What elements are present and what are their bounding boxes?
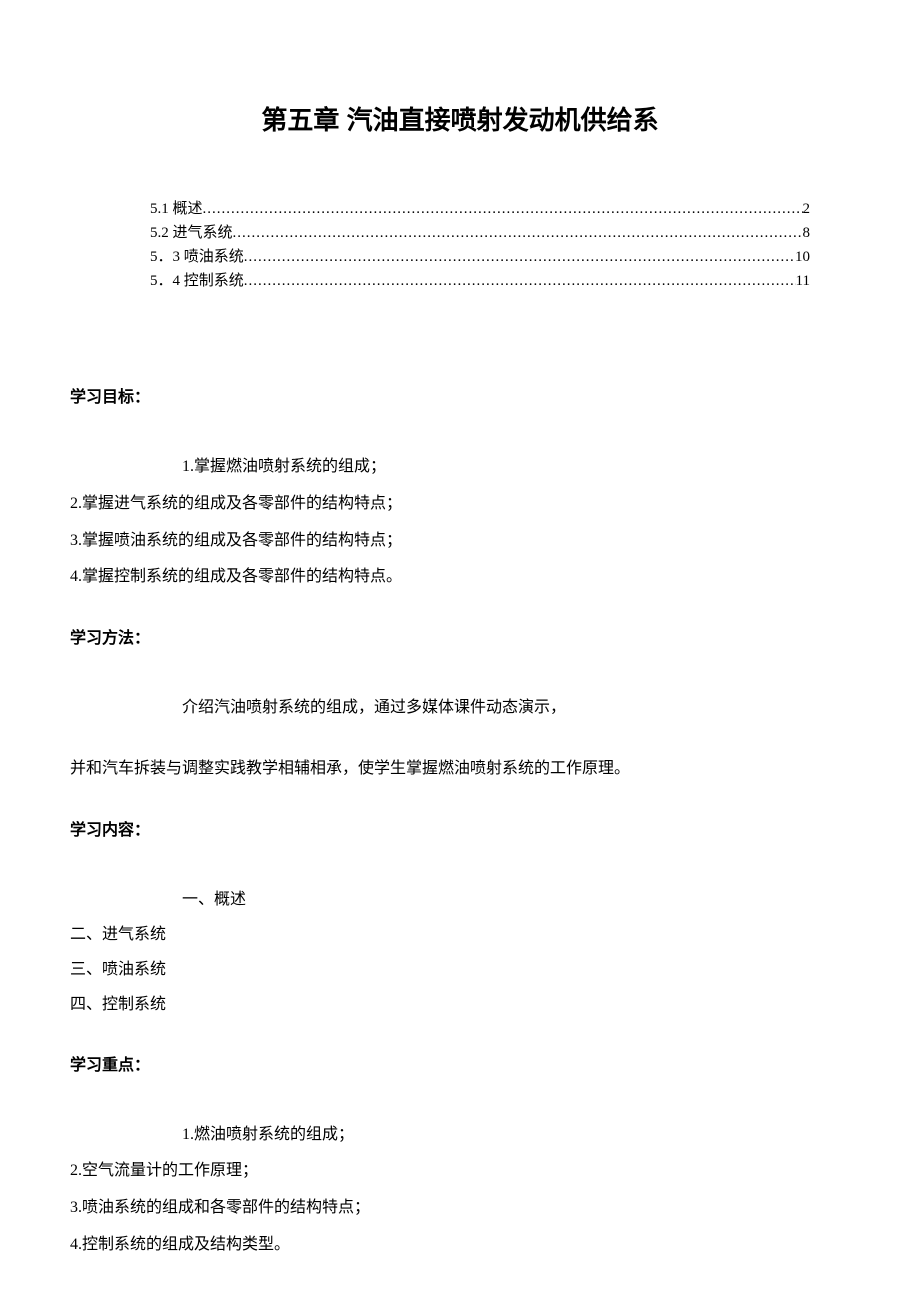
toc-page: 8 xyxy=(803,221,811,245)
toc-entry: 5．3 喷油系统 10 xyxy=(150,245,810,269)
section-heading-content: 学习内容： xyxy=(70,816,850,840)
content-list: 一、概述 二、进气系统 三、喷油系统 四、控制系统 xyxy=(70,882,850,1023)
toc-label: 5．3 喷油系统 xyxy=(150,245,244,269)
list-item: 1.掌握燃油喷射系统的组成； xyxy=(70,449,850,486)
objectives-list: 1.掌握燃油喷射系统的组成； 2.掌握进气系统的组成及各零部件的结构特点； 3.… xyxy=(70,449,850,596)
list-item: 4.掌握控制系统的组成及各零部件的结构特点。 xyxy=(70,559,850,596)
toc-label: 5．4 控制系统 xyxy=(150,269,244,293)
toc-label: 5.1 概述 xyxy=(150,197,203,221)
list-item: 三、喷油系统 xyxy=(70,952,850,987)
toc-page: 10 xyxy=(795,245,810,269)
toc-entry: 5.2 进气系统 8 xyxy=(150,221,810,245)
section-heading-methods: 学习方法： xyxy=(70,624,850,648)
chapter-title: 第五章 汽油直接喷射发动机供给系 xyxy=(70,100,850,137)
list-item: 2.空气流量计的工作原理； xyxy=(70,1153,850,1190)
toc-entry: 5．4 控制系统 11 xyxy=(150,269,810,293)
list-item: 二、进气系统 xyxy=(70,917,850,952)
list-item: 3.喷油系统的组成和各零部件的结构特点； xyxy=(70,1190,850,1227)
toc-leader xyxy=(244,245,795,269)
list-item: 2.掌握进气系统的组成及各零部件的结构特点； xyxy=(70,486,850,523)
toc-page: 11 xyxy=(796,269,810,293)
toc-leader xyxy=(233,221,803,245)
toc-page: 2 xyxy=(803,197,811,221)
list-item: 3.掌握喷油系统的组成及各零部件的结构特点； xyxy=(70,523,850,560)
focus-list: 1.燃油喷射系统的组成； 2.空气流量计的工作原理； 3.喷油系统的组成和各零部… xyxy=(70,1117,850,1264)
methods-paragraph: 介绍汽油喷射系统的组成，通过多媒体课件动态演示， xyxy=(70,690,850,727)
list-item: 四、控制系统 xyxy=(70,987,850,1022)
table-of-contents: 5.1 概述 2 5.2 进气系统 8 5．3 喷油系统 10 5．4 控制系统… xyxy=(150,197,810,293)
toc-leader xyxy=(203,197,803,221)
toc-entry: 5.1 概述 2 xyxy=(150,197,810,221)
methods-paragraph: 并和汽车拆装与调整实践教学相辅相承，使学生掌握燃油喷射系统的工作原理。 xyxy=(70,751,850,788)
list-item: 4.控制系统的组成及结构类型。 xyxy=(70,1227,850,1264)
section-heading-focus: 学习重点： xyxy=(70,1051,850,1075)
list-item: 一、概述 xyxy=(70,882,850,917)
list-item: 1.燃油喷射系统的组成； xyxy=(70,1117,850,1154)
toc-label: 5.2 进气系统 xyxy=(150,221,233,245)
section-heading-objectives: 学习目标： xyxy=(70,383,850,407)
toc-leader xyxy=(244,269,796,293)
